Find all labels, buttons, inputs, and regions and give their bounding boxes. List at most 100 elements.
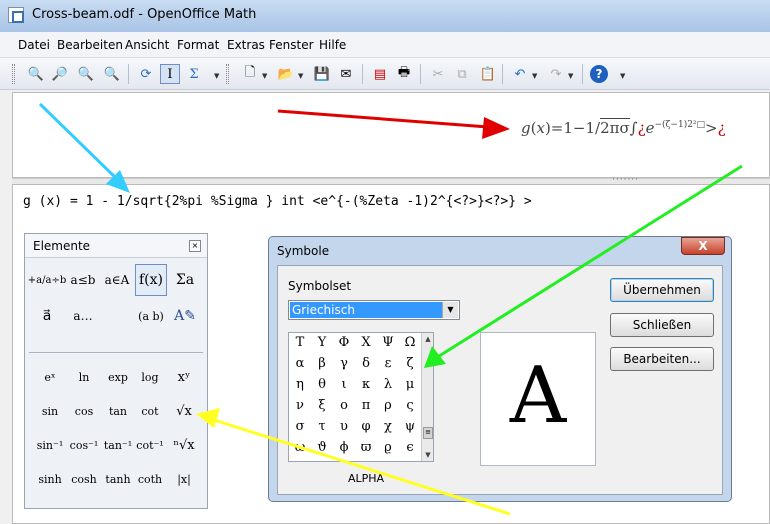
- symbol-cell[interactable]: ν: [289, 396, 311, 416]
- paste-icon[interactable]: 📋: [478, 64, 498, 84]
- symbol-cell[interactable]: Τ: [289, 333, 311, 353]
- scroll-up-icon[interactable]: ▲: [422, 333, 433, 345]
- symbol-cell[interactable]: ε: [377, 354, 399, 374]
- function-sin[interactable]: sin: [33, 400, 67, 422]
- toolbar-overflow-icon[interactable]: ▼: [620, 72, 625, 80]
- new-document-icon[interactable]: 🗋: [240, 64, 260, 84]
- zoom-out-icon[interactable]: 🔎: [50, 64, 70, 84]
- symbols-icon[interactable]: Σ: [184, 64, 204, 84]
- menu-bearbeiten[interactable]: Bearbeiten: [57, 38, 123, 52]
- zoom-100-icon[interactable]: 🔍: [76, 64, 96, 84]
- scroll-down-icon[interactable]: ▼: [422, 449, 433, 461]
- symbol-cell[interactable]: σ: [289, 417, 311, 437]
- symbol-cell[interactable]: φ: [355, 417, 377, 437]
- function-power[interactable]: xʸ: [167, 366, 201, 388]
- function-tanh[interactable]: tanh: [101, 468, 135, 490]
- menu-format[interactable]: Format: [177, 38, 219, 52]
- symbol-cell[interactable]: ϖ: [355, 438, 377, 458]
- function-cos[interactable]: cos: [67, 400, 101, 422]
- symbol-cell[interactable]: γ: [333, 354, 355, 374]
- edit-button[interactable]: Bearbeiten...: [610, 347, 714, 371]
- cut-icon[interactable]: ✂: [428, 64, 448, 84]
- category-relations[interactable]: a≤b: [67, 264, 99, 296]
- symbol-cell[interactable]: ϑ: [311, 438, 333, 458]
- redo-icon[interactable]: ↷: [546, 64, 566, 84]
- formula-cursor-icon[interactable]: I: [160, 64, 180, 84]
- close-icon[interactable]: X: [681, 237, 725, 255]
- undo-dropdown-icon[interactable]: ▼: [532, 72, 537, 80]
- symbol-cell[interactable]: Φ: [333, 333, 355, 353]
- category-brackets[interactable]: (a b): [135, 300, 167, 332]
- function-coth[interactable]: coth: [133, 468, 167, 490]
- symbol-cell[interactable]: ϵ: [399, 438, 421, 458]
- category-formats[interactable]: A✎: [169, 300, 201, 332]
- symbol-cell[interactable]: Χ: [355, 333, 377, 353]
- save-icon[interactable]: 💾: [312, 64, 332, 84]
- menu-fenster[interactable]: Fenster: [269, 38, 314, 52]
- toolbar-overflow-icon[interactable]: ▼: [214, 72, 219, 80]
- export-pdf-icon[interactable]: ▤: [370, 64, 390, 84]
- symbol-cell[interactable]: ψ: [399, 417, 421, 437]
- function-arccot[interactable]: cot⁻¹: [133, 434, 167, 456]
- symbol-cell[interactable]: λ: [377, 375, 399, 395]
- symbol-cell[interactable]: ϕ: [333, 438, 355, 458]
- symbol-cell[interactable]: θ: [311, 375, 333, 395]
- show-all-icon[interactable]: 🔍: [102, 64, 122, 84]
- chevron-down-icon[interactable]: ▼: [442, 302, 458, 318]
- symbol-cell[interactable]: π: [355, 396, 377, 416]
- symbol-cell[interactable]: ι: [333, 375, 355, 395]
- symbol-cell[interactable]: β: [311, 354, 333, 374]
- symbol-cell[interactable]: ς: [399, 396, 421, 416]
- zoom-in-icon[interactable]: 🔍: [26, 64, 46, 84]
- symbolset-select[interactable]: Griechisch ▼: [288, 300, 460, 320]
- category-operators[interactable]: Σa: [169, 264, 201, 296]
- symbol-cell[interactable]: ω: [289, 438, 311, 458]
- symbol-grid-scrollbar[interactable]: ▲ ≡ ▼: [421, 333, 433, 461]
- new-dropdown-icon[interactable]: ▼: [262, 72, 267, 80]
- function-cosh[interactable]: cosh: [67, 468, 101, 490]
- function-abs[interactable]: |x|: [167, 468, 201, 490]
- function-arcsin[interactable]: sin⁻¹: [33, 434, 67, 456]
- symbol-cell[interactable]: Ψ: [377, 333, 399, 353]
- function-arccos[interactable]: cos⁻¹: [67, 434, 101, 456]
- symbol-cell[interactable]: ο: [333, 396, 355, 416]
- function-ln[interactable]: ln: [67, 366, 101, 388]
- menu-extras[interactable]: Extras: [227, 38, 265, 52]
- symbol-cell[interactable]: τ: [311, 417, 333, 437]
- category-attributes[interactable]: a⃗: [31, 300, 63, 332]
- copy-icon[interactable]: ⧉: [452, 64, 472, 84]
- symbol-cell[interactable]: ρ: [377, 396, 399, 416]
- function-exp-power[interactable]: eˣ: [33, 366, 67, 388]
- symbol-cell[interactable]: δ: [355, 354, 377, 374]
- open-dropdown-icon[interactable]: ▼: [298, 72, 303, 80]
- symbol-cell[interactable]: κ: [355, 375, 377, 395]
- function-log[interactable]: log: [133, 366, 167, 388]
- apply-button[interactable]: Übernehmen: [610, 278, 714, 302]
- formula-preview[interactable]: g(x)=1−1/2πσ∫¿e−(ζ−1)2²□>¿: [12, 92, 770, 178]
- email-icon[interactable]: ✉: [336, 64, 356, 84]
- print-icon[interactable]: 🖶: [394, 64, 414, 84]
- toolbar-grip[interactable]: [226, 64, 229, 84]
- category-others[interactable]: a…: [67, 300, 99, 332]
- symbol-cell[interactable]: ϱ: [377, 438, 399, 458]
- symbol-cell[interactable]: ζ: [399, 354, 421, 374]
- function-cot[interactable]: cot: [133, 400, 167, 422]
- help-icon[interactable]: ?: [590, 65, 608, 83]
- category-unary-binary[interactable]: +a/a÷b: [28, 264, 66, 296]
- close-button[interactable]: Schließen: [610, 313, 714, 337]
- redo-dropdown-icon[interactable]: ▼: [568, 72, 573, 80]
- symbol-cell[interactable]: χ: [377, 417, 399, 437]
- function-tan[interactable]: tan: [101, 400, 135, 422]
- menu-hilfe[interactable]: Hilfe: [319, 38, 346, 52]
- refresh-icon[interactable]: ⟳: [136, 64, 156, 84]
- function-nroot[interactable]: ⁿ√x: [167, 434, 201, 456]
- close-icon[interactable]: ⨯: [189, 240, 201, 252]
- undo-icon[interactable]: ↶: [510, 64, 530, 84]
- command-text[interactable]: g (x) = 1 - 1/sqrt{2%pi %Sigma } int <e^…: [23, 194, 532, 209]
- symbol-cell[interactable]: Υ: [311, 333, 333, 353]
- category-set-operations[interactable]: a∈A: [101, 264, 133, 296]
- symbol-cell[interactable]: η: [289, 375, 311, 395]
- menu-ansicht[interactable]: Ansicht: [125, 38, 169, 52]
- function-sqrt[interactable]: √x: [167, 400, 201, 422]
- symbol-cell[interactable]: υ: [333, 417, 355, 437]
